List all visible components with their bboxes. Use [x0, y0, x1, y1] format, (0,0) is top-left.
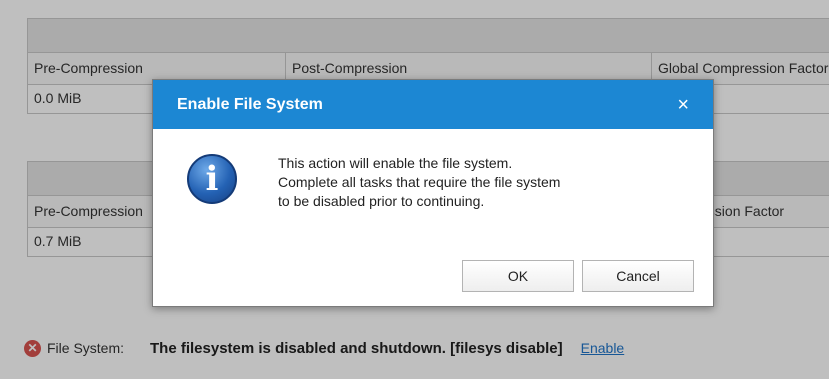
dialog-title: Enable File System: [177, 95, 323, 113]
dialog-message-line: This action will enable the file system.: [278, 155, 513, 171]
ok-button[interactable]: OK: [462, 260, 574, 292]
dialog-message-line: to be disabled prior to continuing.: [278, 193, 485, 209]
dialog-title-bar: Enable File System ×: [153, 80, 713, 129]
enable-file-system-dialog: Enable File System × i This action will …: [152, 79, 714, 307]
dialog-body: i This action will enable the file syste…: [153, 129, 713, 249]
dialog-message-line: Complete all tasks that require the file…: [278, 174, 561, 190]
dialog-message: This action will enable the file system.…: [278, 154, 678, 211]
close-icon[interactable]: ×: [677, 95, 689, 115]
cancel-button[interactable]: Cancel: [582, 260, 694, 292]
info-icon: i: [187, 154, 237, 204]
